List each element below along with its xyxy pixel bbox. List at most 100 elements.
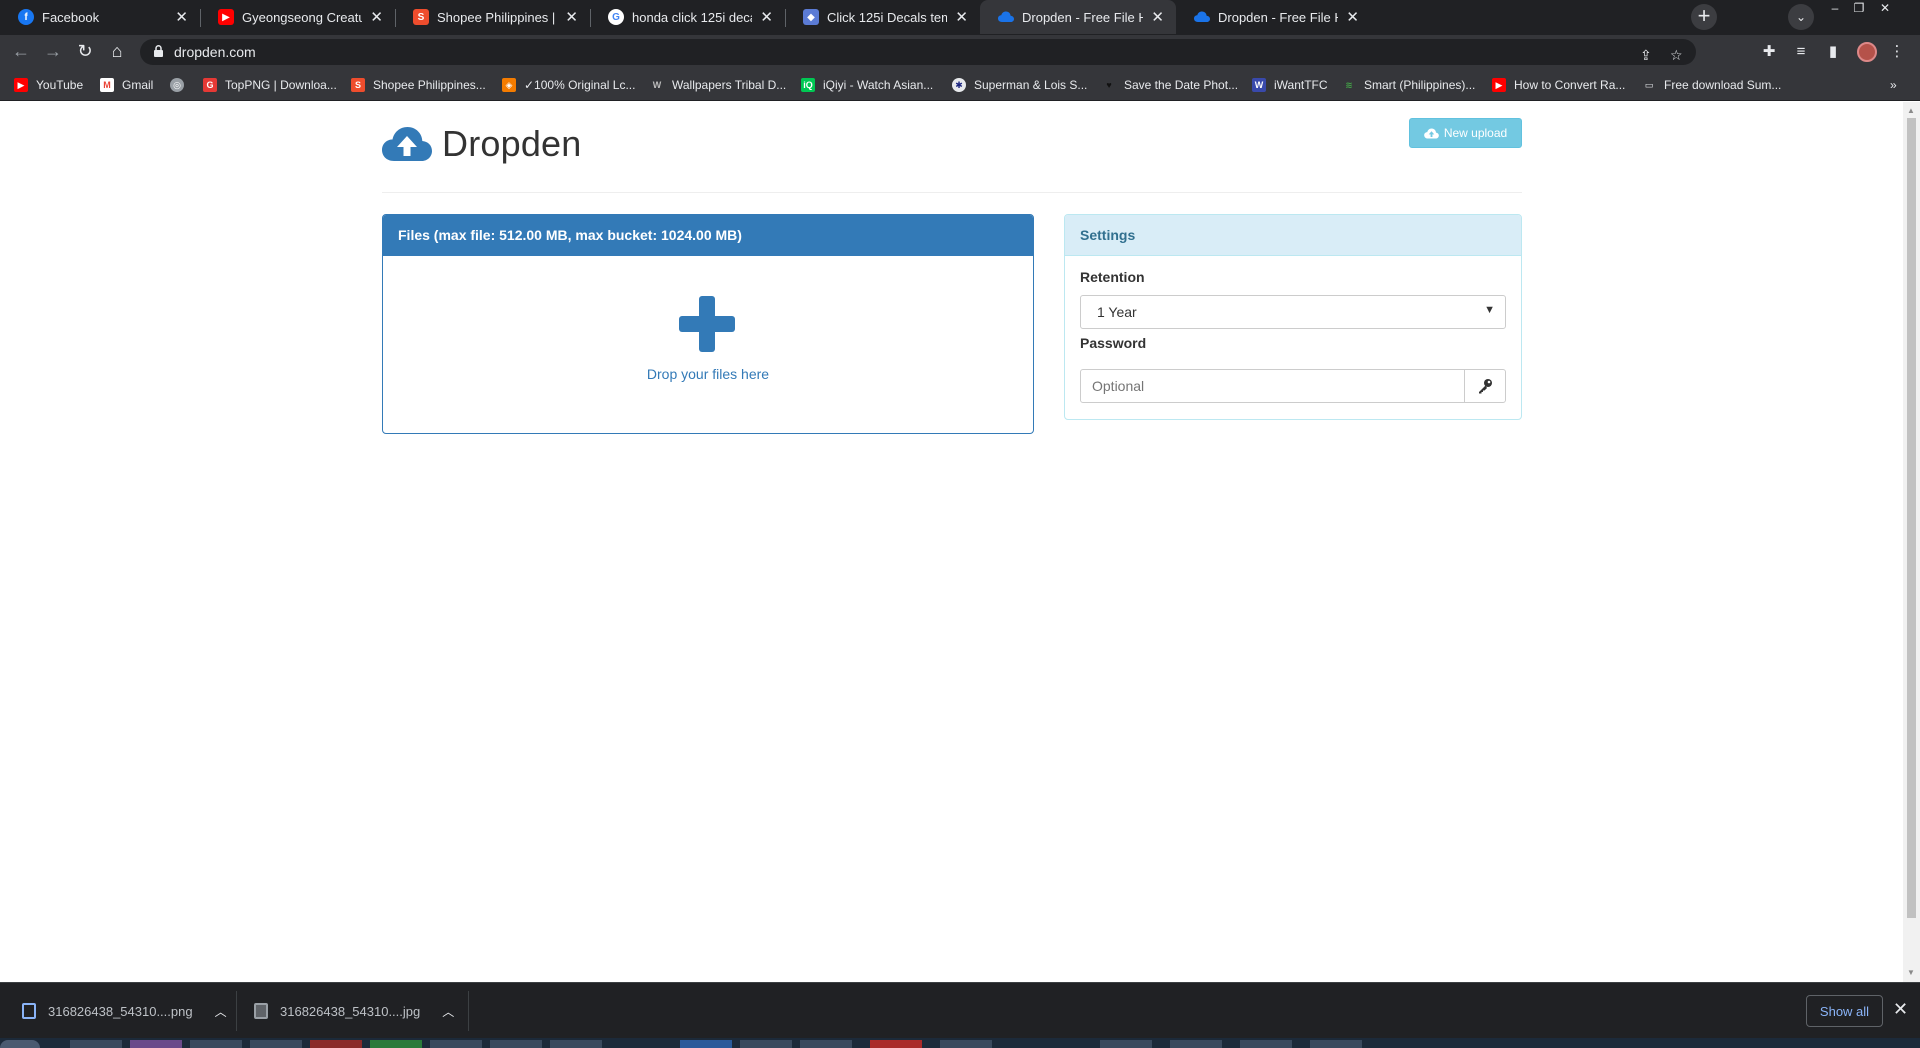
bookmark-superman[interactable]: ✱ Superman & Lois S... — [952, 76, 1087, 94]
bookmark-youtube[interactable]: ▶ YouTube — [14, 76, 83, 94]
menu-icon[interactable]: ⋮ — [1886, 41, 1908, 63]
close-tab-icon[interactable]: ✕ — [1151, 8, 1164, 26]
minimize-icon[interactable]: – — [1824, 0, 1846, 18]
bookmark-star-icon[interactable]: ☆ — [1670, 47, 1683, 64]
close-tab-icon[interactable]: ✕ — [955, 8, 968, 26]
key-icon — [1479, 379, 1492, 394]
close-tab-icon[interactable]: ✕ — [370, 8, 383, 26]
bookmark-iqiyi[interactable]: iQ iQiyi - Watch Asian... — [801, 76, 933, 94]
side-panel-icon[interactable]: ▮ — [1822, 41, 1844, 63]
taskbar-app[interactable] — [130, 1040, 182, 1048]
downloads-bar: 316826438_54310....png ︿ 316826438_54310… — [0, 982, 1920, 1038]
download-separator — [236, 991, 237, 1031]
file-dropzone[interactable]: Drop your files here — [383, 256, 1033, 433]
tab-honda-search[interactable]: G honda click 125i decal sticker ten ✕ — [590, 0, 785, 34]
tab-gyeongseong[interactable]: ▶ Gyeongseong Creature | Official ✕ — [200, 0, 395, 34]
close-tab-icon[interactable]: ✕ — [175, 8, 188, 26]
avatar[interactable] — [1857, 42, 1877, 62]
chevron-up-icon[interactable]: ︿ — [215, 1003, 227, 1020]
google-icon: G — [608, 9, 624, 25]
tab-click-decals[interactable]: ◆ Click 125i Decals template | Pinoy ✕ — [785, 0, 980, 34]
taskbar-app[interactable] — [370, 1040, 422, 1048]
new-upload-button[interactable]: New upload — [1409, 118, 1522, 148]
taskbar-app[interactable] — [1170, 1040, 1222, 1048]
password-input[interactable] — [1080, 369, 1465, 403]
plus-icon — [679, 296, 735, 352]
extensions-icon[interactable]: ✚ — [1758, 41, 1780, 63]
tab-shopee[interactable]: S Shopee Philippines | Shop Online ✕ — [395, 0, 590, 34]
bookmark-smart[interactable]: ≋ Smart (Philippines)... — [1342, 76, 1475, 94]
youtube-icon: ▶ — [218, 9, 234, 25]
generate-password-button[interactable] — [1464, 369, 1506, 403]
show-all-button[interactable]: Show all — [1806, 995, 1883, 1027]
taskbar-app[interactable] — [800, 1040, 852, 1048]
scrollbar-thumb[interactable] — [1907, 118, 1916, 918]
scroll-up-icon[interactable]: ▲ — [1907, 106, 1915, 115]
download-item[interactable]: 316826438_54310....png ︿ — [22, 983, 227, 1039]
taskbar-app[interactable] — [940, 1040, 992, 1048]
forward-icon[interactable]: → — [42, 41, 64, 63]
bookmark-save-date[interactable]: ♥ Save the Date Phot... — [1102, 76, 1238, 94]
taskbar-app[interactable] — [1240, 1040, 1292, 1048]
bookmarks-overflow-icon[interactable]: » — [1890, 76, 1897, 94]
home-icon[interactable]: ⌂ — [106, 41, 128, 63]
address-bar[interactable]: dropden.com ⇪ ☆ — [140, 39, 1696, 65]
browser-toolbar: ← → ↻ ⌂ dropden.com ⇪ ☆ ✚ ≡ ▮ ⋮ — [0, 35, 1920, 69]
taskbar-app[interactable] — [490, 1040, 542, 1048]
taskbar-app[interactable] — [70, 1040, 122, 1048]
taskbar-app[interactable] — [1310, 1040, 1362, 1048]
bookmark-free-download[interactable]: ▭ Free download Sum... — [1642, 76, 1782, 94]
taskbar-app[interactable] — [1100, 1040, 1152, 1048]
taskbar-app[interactable] — [870, 1040, 922, 1048]
page-scrollbar[interactable]: ▲ ▼ — [1903, 102, 1920, 982]
taskbar-app[interactable] — [190, 1040, 242, 1048]
bookmark-iwanttfc[interactable]: WiWantTFC — [1252, 76, 1328, 94]
bookmark-convert[interactable]: ▶ How to Convert Ra... — [1492, 76, 1625, 94]
reload-icon[interactable]: ↻ — [74, 41, 96, 63]
tab-search-button[interactable]: ⌄ — [1788, 4, 1814, 30]
taskbar-app[interactable] — [740, 1040, 792, 1048]
bookmark-globe[interactable]: ◎ — [170, 76, 192, 94]
close-tab-icon[interactable]: ✕ — [760, 8, 773, 26]
close-window-icon[interactable]: ✕ — [1874, 0, 1896, 18]
shield-icon: ◆ — [803, 9, 819, 25]
close-tab-icon[interactable]: ✕ — [565, 8, 578, 26]
cloud-upload-icon — [1194, 9, 1210, 25]
bookmark-wallpapers[interactable]: W Wallpapers Tribal D... — [650, 76, 787, 94]
start-button[interactable] — [0, 1040, 40, 1048]
tab-dropden[interactable]: Dropden - Free File Hosting ✕ — [1176, 0, 1371, 34]
tab-facebook[interactable]: f Facebook ✕ — [0, 0, 200, 34]
new-tab-button[interactable]: + — [1691, 4, 1717, 30]
restore-icon[interactable]: ❐ — [1848, 0, 1870, 18]
brand[interactable]: Dropden — [382, 122, 582, 166]
download-filename: 316826438_54310....png — [48, 1003, 193, 1019]
chevron-down-icon: ▼ — [1484, 304, 1495, 316]
tab-strip: f Facebook ✕ ▶ Gyeongseong Creature | Of… — [0, 0, 1920, 35]
close-icon[interactable]: ✕ — [1893, 999, 1908, 1020]
taskbar-app[interactable] — [310, 1040, 362, 1048]
bookmark-original[interactable]: ◈ ✓100% Original Lc... — [502, 76, 635, 94]
tab-dropden-active[interactable]: Dropden - Free File Hosting ✕ — [980, 0, 1176, 34]
taskbar-app[interactable] — [250, 1040, 302, 1048]
facebook-icon: f — [18, 9, 34, 25]
shopee-icon: S — [413, 9, 429, 25]
chevron-up-icon[interactable]: ︿ — [442, 1003, 454, 1020]
retention-select[interactable]: 1 Year ▼ — [1080, 295, 1506, 329]
bookmark-gmail[interactable]: M Gmail — [100, 76, 153, 94]
taskbar-app[interactable] — [430, 1040, 482, 1048]
files-panel: Files (max file: 512.00 MB, max bucket: … — [382, 214, 1034, 434]
download-item[interactable]: 316826438_54310....jpg ︿ — [254, 983, 454, 1039]
bookmark-shopee[interactable]: S Shopee Philippines... — [351, 76, 486, 94]
taskbar-app[interactable] — [680, 1040, 732, 1048]
scroll-down-icon[interactable]: ▼ — [1907, 968, 1915, 977]
settings-panel-heading: Settings — [1065, 215, 1521, 256]
share-icon[interactable]: ⇪ — [1640, 47, 1652, 64]
wallpaper-icon: W — [652, 80, 662, 90]
iwant-icon: W — [1252, 78, 1266, 92]
url-text: dropden.com — [174, 44, 256, 60]
bookmark-toppng[interactable]: G TopPNG | Downloa... — [203, 76, 337, 94]
close-tab-icon[interactable]: ✕ — [1346, 8, 1359, 26]
taskbar-app[interactable] — [550, 1040, 602, 1048]
reading-list-icon[interactable]: ≡ — [1790, 41, 1812, 63]
back-icon[interactable]: ← — [10, 41, 32, 63]
